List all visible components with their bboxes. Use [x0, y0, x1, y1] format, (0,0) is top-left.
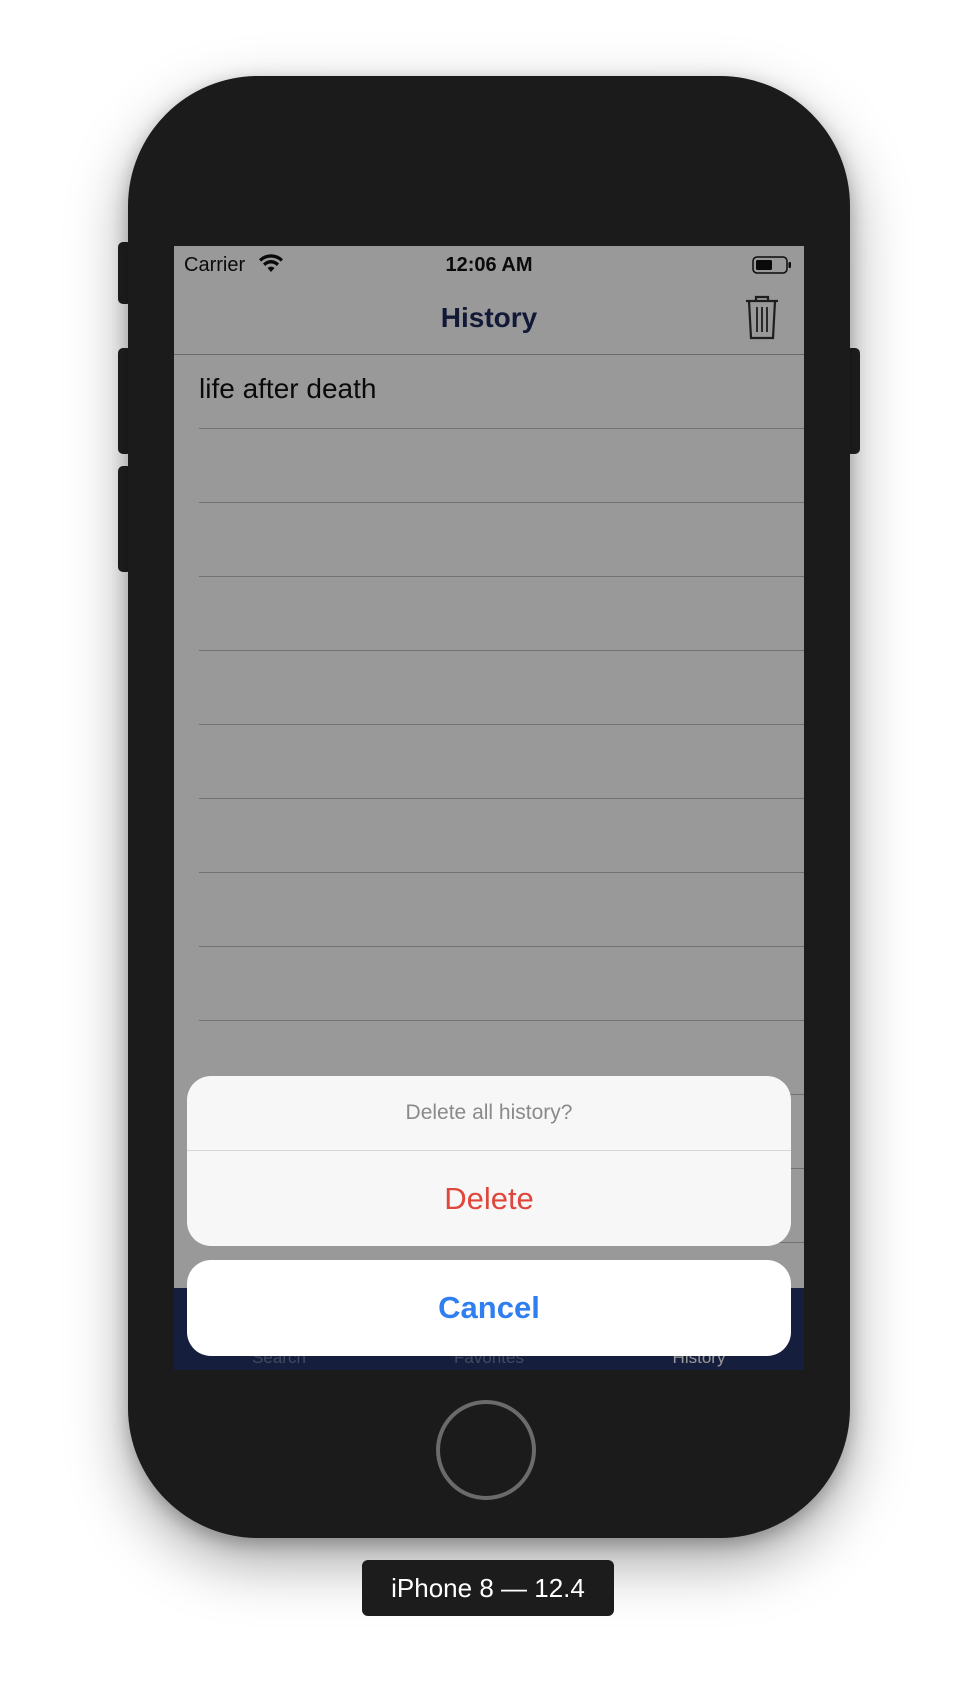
device-screen: Carrier 12:06 AM History life after deat… — [174, 246, 804, 1370]
home-button[interactable] — [436, 1400, 536, 1500]
device-name-label: iPhone 8 — 12.4 — [362, 1560, 614, 1616]
simulator-stage: Carrier 12:06 AM History life after deat… — [0, 0, 978, 1688]
delete-button[interactable]: Delete — [187, 1151, 791, 1246]
cancel-button[interactable]: Cancel — [187, 1260, 791, 1356]
action-sheet-message: Delete all history? — [187, 1076, 791, 1151]
action-sheet: Delete all history? Delete — [187, 1076, 791, 1246]
